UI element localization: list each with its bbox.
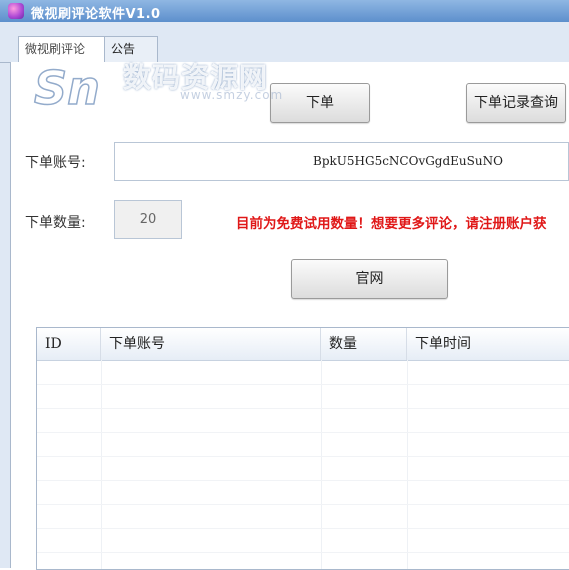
app-icon bbox=[8, 3, 24, 19]
order-history-button[interactable]: 下单记录查询 bbox=[466, 83, 566, 123]
column-divider bbox=[101, 360, 102, 569]
row-divider bbox=[37, 456, 569, 457]
order-button[interactable]: 下单 bbox=[270, 83, 370, 123]
account-input[interactable]: BpkU5HG5cNCOvGgdEuSuNO bbox=[114, 142, 569, 181]
tab-notice[interactable]: 公告 bbox=[104, 36, 158, 62]
window-title: 微视刷评论软件V1.0 bbox=[31, 7, 161, 22]
column-header-id[interactable]: ID bbox=[37, 328, 101, 360]
row-divider bbox=[37, 408, 569, 409]
table-header: ID 下单账号 数量 下单时间 bbox=[37, 328, 569, 361]
column-header-account[interactable]: 下单账号 bbox=[101, 328, 321, 360]
tab-comment[interactable]: 微视刷评论 bbox=[18, 36, 118, 63]
row-divider bbox=[37, 384, 569, 385]
quantity-input[interactable]: 20 bbox=[114, 200, 182, 239]
title-bar: 微视刷评论软件V1.0 bbox=[0, 0, 569, 22]
row-divider bbox=[37, 480, 569, 481]
column-divider bbox=[321, 360, 322, 569]
column-header-time[interactable]: 下单时间 bbox=[407, 328, 569, 360]
quantity-label: 下单数量: bbox=[25, 215, 86, 231]
order-table[interactable]: ID 下单账号 数量 下单时间 bbox=[36, 327, 569, 570]
trial-notice: 目前为免费试用数量！想要更多评论，请注册账户获 bbox=[236, 216, 547, 232]
column-header-quantity[interactable]: 数量 bbox=[321, 328, 407, 360]
row-divider bbox=[37, 552, 569, 553]
row-divider bbox=[37, 528, 569, 529]
official-site-button[interactable]: 官网 bbox=[291, 259, 448, 299]
row-divider bbox=[37, 432, 569, 433]
account-label: 下单账号: bbox=[25, 155, 86, 171]
row-divider bbox=[37, 504, 569, 505]
column-divider bbox=[407, 360, 408, 569]
